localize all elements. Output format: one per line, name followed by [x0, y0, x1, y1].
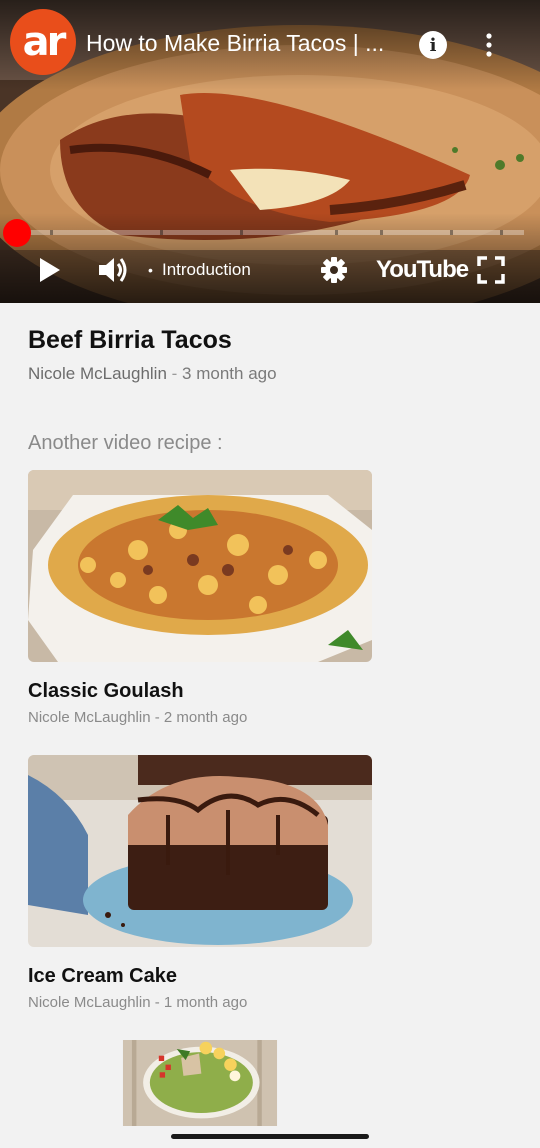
- section-label: Another video recipe :: [28, 432, 223, 454]
- video-player[interactable]: ar How to Make Birria Tacos | ... i • In…: [0, 0, 540, 303]
- meta-separator: -: [154, 994, 160, 1011]
- volume-icon[interactable]: [96, 253, 130, 287]
- channel-logo[interactable]: ar: [10, 9, 76, 75]
- thumbnail-goulash[interactable]: [28, 470, 372, 662]
- video-age: 2 month ago: [163, 709, 248, 726]
- home-indicator[interactable]: [171, 1134, 369, 1139]
- thumbnail-ice-cream-cake[interactable]: [28, 755, 372, 947]
- meta-separator: -: [171, 364, 178, 383]
- more-vertical-icon[interactable]: [474, 30, 504, 60]
- video-title[interactable]: Ice Cream Cake: [28, 965, 177, 988]
- chapter-marker: [450, 230, 453, 235]
- video-author[interactable]: Nicole McLaughlin: [28, 709, 151, 726]
- video-title[interactable]: Classic Goulash: [28, 680, 184, 703]
- info-label: i: [429, 34, 437, 56]
- fullscreen-icon[interactable]: [476, 253, 506, 287]
- video-card[interactable]: Ice Cream Cake Nicole McLaughlin - 1 mon…: [28, 755, 372, 1011]
- video-author[interactable]: Nicole McLaughlin: [28, 994, 151, 1011]
- gear-icon[interactable]: [318, 253, 350, 287]
- thumbnail-salad[interactable]: [28, 1040, 372, 1126]
- video-age: 1 month ago: [163, 994, 248, 1011]
- video-card[interactable]: Classic Goulash Nicole McLaughlin - 2 mo…: [28, 470, 372, 726]
- chapter-marker: [240, 230, 243, 235]
- chapter-marker: [380, 230, 383, 235]
- chapter-marker: [160, 230, 163, 235]
- video-meta: Nicole McLaughlin - 2 month ago: [28, 709, 247, 726]
- youtube-logo[interactable]: YouTube: [376, 256, 469, 284]
- recipe-meta: Nicole McLaughlin - 3 month ago: [28, 364, 277, 384]
- progress-bar[interactable]: [10, 230, 524, 235]
- chapter-separator: •: [148, 262, 153, 278]
- play-icon[interactable]: [34, 253, 64, 287]
- video-meta: Nicole McLaughlin - 1 month ago: [28, 994, 247, 1011]
- recipe-age: 3 month ago: [182, 364, 277, 383]
- chapter-marker: [335, 230, 338, 235]
- chapter-marker: [500, 230, 503, 235]
- info-icon[interactable]: i: [419, 31, 447, 59]
- meta-separator: -: [154, 709, 160, 726]
- video-title[interactable]: How to Make Birria Tacos | ...: [86, 30, 404, 57]
- recipe-title: Beef Birria Tacos: [28, 326, 232, 354]
- chapter-label[interactable]: Introduction: [162, 260, 251, 280]
- channel-logo-text: ar: [22, 19, 67, 65]
- recipe-author[interactable]: Nicole McLaughlin: [28, 364, 167, 383]
- scrubber-handle[interactable]: [3, 219, 31, 247]
- chapter-marker: [50, 230, 53, 235]
- video-card[interactable]: [28, 1040, 372, 1126]
